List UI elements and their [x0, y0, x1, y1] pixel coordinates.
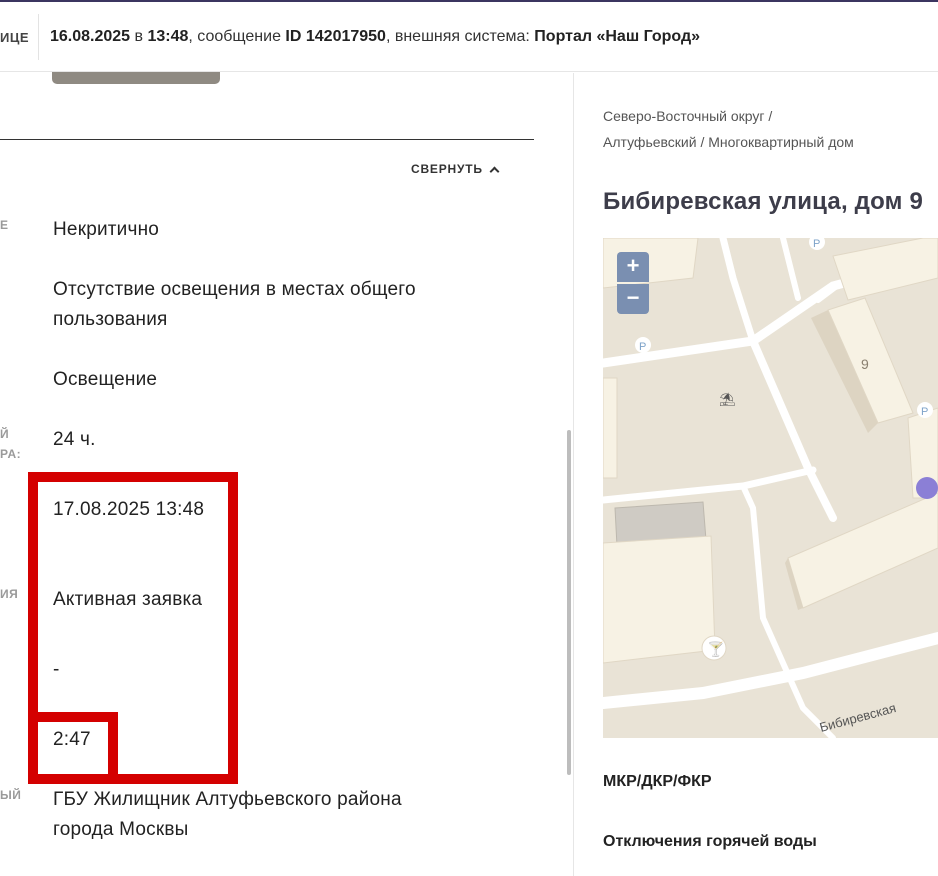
field-label-deadline-a: Й	[0, 427, 10, 441]
section-divider	[0, 139, 534, 140]
system-prefix: , внешняя система:	[385, 28, 535, 45]
field-label-criticality: Е	[0, 218, 9, 232]
message-id: ID 142017950	[285, 28, 386, 45]
message-prefix: , сообщение	[188, 28, 286, 45]
breadcrumb-line1: Северо-Восточный округ /	[603, 108, 773, 124]
chevron-up-icon	[489, 166, 500, 176]
field-label-deadline-b: РА:	[0, 447, 22, 461]
message-meta: 16.08.2025 в 13:48, сообщение ID 1420179…	[50, 28, 700, 46]
header-cut-label: ИЦЕ	[0, 30, 30, 45]
field-label-status: ИЯ	[0, 587, 19, 601]
field-label-executor: ЫЙ	[0, 788, 22, 802]
external-system-name: Портал «Наш Город»	[534, 28, 701, 45]
message-header: ИЦЕ 16.08.2025 в 13:48, сообщение ID 142…	[0, 0, 938, 72]
executor-value-line1: ГБУ Жилищник Алтуфьевского района	[53, 789, 402, 810]
problem-value-line2: пользования	[53, 309, 168, 330]
message-time: 13:48	[147, 28, 189, 45]
empty-value: -	[53, 659, 60, 680]
remaining-time-value: 2:47	[53, 729, 91, 750]
address-title: Бибиревская улица, дом 9	[603, 188, 924, 215]
panel-divider	[573, 73, 574, 876]
section-mkr-dkr-fkr[interactable]: МКР/ДКР/ФКР	[603, 773, 712, 791]
location-pin-icon[interactable]	[916, 477, 938, 499]
section-hot-water-outages[interactable]: Отключения горячей воды	[603, 833, 817, 851]
map-ground	[603, 238, 938, 738]
due-date-value: 17.08.2025 13:48	[53, 499, 205, 520]
parking-icon: P	[639, 341, 646, 353]
status-value: Активная заявка	[53, 589, 203, 610]
collapse-button[interactable]: СВЕРНУТЬ	[411, 162, 500, 176]
parking-icon: P	[921, 406, 928, 418]
location-breadcrumb: Северо-Восточный округ / Алтуфьевский / …	[603, 103, 854, 155]
header-divider	[38, 14, 39, 60]
playground-icon: ⛱	[719, 392, 736, 408]
executor-value-line2: города Москвы	[53, 819, 189, 840]
building-number-label: 9	[861, 356, 869, 372]
cocktail-icon[interactable]: 🍸	[707, 640, 724, 658]
left-panel-scrollbar[interactable]	[567, 430, 571, 775]
message-at: в	[130, 28, 148, 45]
breadcrumb-line2: Алтуфьевский / Многоквартирный дом	[603, 134, 854, 150]
category-value: Освещение	[53, 369, 158, 390]
location-map[interactable]: 9 🍸 P P P ⛱ Бибиревская + −	[603, 238, 938, 738]
collapse-label: СВЕРНУТЬ	[411, 162, 483, 176]
criticality-value: Некритично	[53, 219, 160, 240]
message-date: 16.08.2025	[50, 28, 131, 45]
zoom-in-button[interactable]: +	[617, 252, 649, 282]
zoom-out-button[interactable]: −	[617, 284, 649, 314]
parking-icon: P	[813, 238, 820, 250]
map-canvas[interactable]: 9 🍸 P P P ⛱ Бибиревская	[603, 238, 938, 738]
problem-value-line1: Отсутствие освещения в местах общего	[53, 279, 416, 300]
attachment-photo-thumbnail[interactable]	[52, 72, 220, 84]
deadline-value: 24 ч.	[53, 429, 96, 450]
